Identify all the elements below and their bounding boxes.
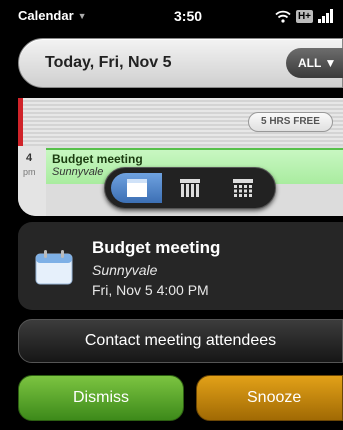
page-title: Today, Fri, Nov 5: [45, 54, 172, 71]
filter-label: ALL: [298, 56, 322, 70]
event-notification: Budget meeting Sunnyvale Fri, Nov 5 4:00…: [18, 222, 343, 310]
date-header: Today, Fri, Nov 5 ALL ▼: [18, 38, 343, 88]
snooze-label: Snooze: [247, 389, 302, 406]
network-type-badge: H+: [295, 10, 313, 23]
calendar-filter-button[interactable]: ALL ▼: [286, 48, 343, 78]
current-time-marker: [18, 98, 23, 146]
week-view-button[interactable]: [164, 173, 215, 203]
contact-attendees-button[interactable]: Contact meeting attendees: [18, 319, 343, 363]
month-view-button[interactable]: [218, 173, 269, 203]
hour-column: 4 pm: [18, 146, 46, 216]
week-view-icon: [179, 179, 200, 197]
notification-time: Fri, Nov 5 4:00 PM: [92, 282, 209, 298]
clock: 3:50: [174, 8, 203, 24]
day-view-button[interactable]: [111, 173, 163, 203]
event-title: Budget meeting: [52, 152, 143, 166]
notification-title: Budget meeting: [92, 238, 221, 257]
wifi-icon: [275, 10, 291, 23]
signal-bars-icon: [318, 9, 333, 23]
hour-label: 4: [26, 152, 33, 164]
app-name: Calendar: [18, 8, 74, 23]
chevron-down-icon: ▼: [324, 56, 337, 70]
notification-location: Sunnyvale: [92, 262, 158, 278]
app-menu[interactable]: Calendar ▼: [18, 8, 87, 23]
event-location: Sunnyvale: [52, 166, 104, 178]
status-bar: Calendar ▼ 3:50 H+: [0, 0, 343, 30]
view-switcher: [104, 167, 276, 209]
dismiss-button[interactable]: Dismiss: [18, 375, 184, 421]
free-time-badge[interactable]: 5 HRS FREE: [248, 112, 333, 132]
chevron-down-icon: ▼: [77, 10, 87, 21]
ampm-label: pm: [23, 167, 36, 177]
status-icons[interactable]: H+: [275, 7, 333, 23]
month-view-icon: [233, 179, 254, 197]
snooze-button[interactable]: Snooze: [196, 375, 343, 421]
calendar-icon: [35, 250, 73, 285]
day-view-icon: [126, 179, 147, 197]
